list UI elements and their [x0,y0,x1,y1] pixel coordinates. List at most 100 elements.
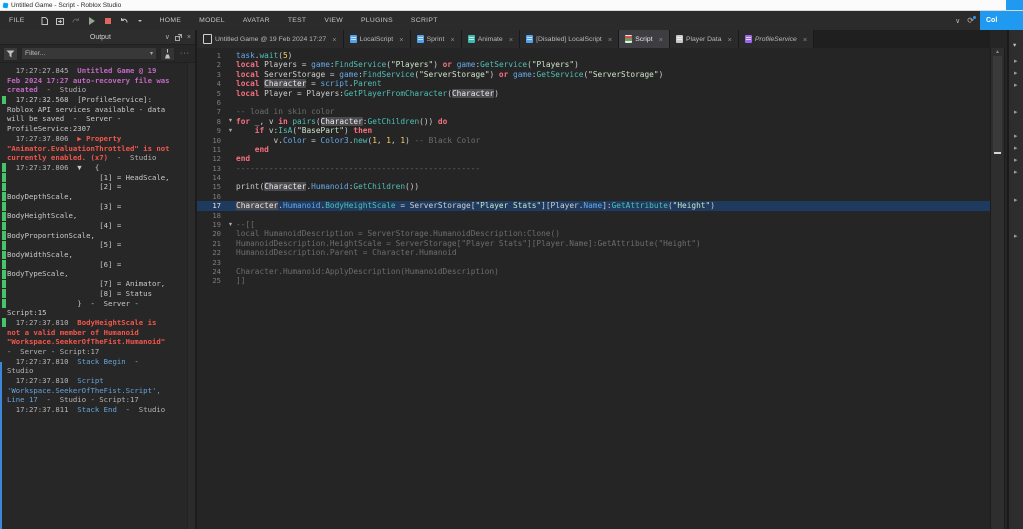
tree-expand-arrow-icon[interactable]: ▸ [1014,82,1018,89]
clear-output-button[interactable] [160,46,175,61]
menu-home[interactable]: HOME [151,17,191,24]
tree-expand-arrow-icon[interactable]: ▸ [1014,197,1018,204]
tab-localscript[interactable]: LocalScript × [343,30,411,48]
code-line[interactable]: 18 [197,211,990,220]
editor-scrollbar[interactable]: ▲ [990,48,1005,529]
collaborate-button[interactable]: Col [980,11,1023,30]
code-line[interactable]: 21 HumanoidDescription.HeightScale = Serv… [197,239,990,248]
code-line[interactable]: 16 [197,192,990,201]
code-line[interactable]: 3 local ServerStorage = game:FindService(… [197,70,990,79]
undo-icon[interactable] [120,16,129,26]
line-number: 17 [212,201,221,211]
code-line[interactable]: 23 [197,258,990,267]
tab-close-icon[interactable]: × [728,35,732,44]
fold-arrow-icon[interactable]: ▼ [225,118,236,124]
tab-close-icon[interactable]: × [450,35,454,44]
editor-area: Untitled Game @ 19 Feb 2024 17:27 × LocalS… [197,30,990,529]
tab-close-icon[interactable]: × [803,35,807,44]
menu-avatar[interactable]: AVATAR [234,17,279,24]
code-line[interactable]: 13 --------------------------------------… [197,164,990,173]
code-editor[interactable]: 1 task.wait(5) 2 local Players = game:FindS… [197,48,990,529]
output-line: will be saved - Server - [0,114,188,124]
scrollbar-up-arrow-icon[interactable]: ▲ [991,49,1004,55]
output-toolbar: Filter... ▾ ··· [0,45,195,63]
tab-close-icon[interactable]: × [509,35,513,44]
tab-profileservice[interactable]: ProfileService × [738,30,815,48]
code-line[interactable]: 5 local Player = Players:GetPlayerFromCha… [197,88,990,98]
code-line[interactable]: 6 [197,98,990,107]
code-text: end [236,154,250,163]
dropdown-caret-icon[interactable] [136,16,145,26]
tab-player-data[interactable]: Player Data × [669,30,739,48]
code-line[interactable]: 25]] [197,276,990,285]
titlebar-blue-control[interactable] [1006,0,1023,10]
code-token: for [236,116,251,126]
stop-icon[interactable] [104,16,113,26]
fold-arrow-icon[interactable]: ▼ [225,128,236,134]
tree-expand-arrow-icon[interactable]: ▸ [1014,109,1018,116]
insert-icon[interactable] [56,16,65,26]
tree-expand-arrow-icon[interactable]: ▸ [1014,133,1018,140]
tab-untitled-game-19-feb-2024-17-27[interactable]: Untitled Game @ 19 Feb 2024 17:27 × [197,30,344,48]
tree-expand-arrow-icon[interactable]: ▸ [1014,70,1018,77]
menu-plugins[interactable]: PLUGINS [352,17,402,24]
code-line[interactable]: 1 task.wait(5) [197,51,990,60]
menu-test[interactable]: TEST [279,17,316,24]
tree-expand-arrow-icon[interactable]: ▸ [1014,169,1018,176]
tab--disabled-localscript[interactable]: [Disabled] LocalScript × [520,30,620,48]
sync-icon[interactable]: ⟳ [967,16,976,25]
tab-sprint[interactable]: Sprint × [410,30,462,48]
code-line[interactable]: 20 local HumanoidDescription = ServerStor… [197,229,990,238]
tab-close-icon[interactable]: × [608,35,612,44]
code-line[interactable]: 19 ▼ --[[ [197,220,990,229]
code-token: FindService [362,69,415,79]
code-line[interactable]: 24 Character.Humanoid:ApplyDescription(Hu… [197,267,990,276]
tab-script[interactable]: Script × [619,30,670,48]
output-log[interactable]: 17:27:27.845 Untitled Game @ 19 Feb 2024 … [0,63,188,529]
tree-expand-arrow-icon[interactable]: ▸ [1014,58,1018,65]
explorer-filter-icon[interactable]: ▾ [1013,41,1016,49]
code-line[interactable]: 22 HumanoidDescription.Parent = Character… [197,248,990,257]
tree-expand-arrow-icon[interactable]: ▸ [1014,145,1018,152]
output-more-options-button[interactable]: ··· [178,50,192,57]
play-icon[interactable] [88,16,97,26]
editor-scrollbar-thumb[interactable] [993,56,1002,153]
code-token: Character.Humanoid:ApplyDescription(Huma… [236,266,499,276]
filter-funnel-button[interactable] [3,46,18,61]
code-token: Character [264,79,307,89]
code-line[interactable]: 7 -- load in skin color [197,107,990,116]
menu-file[interactable]: FILE [0,17,34,24]
new-file-icon[interactable] [40,16,49,26]
filter-dropdown-arrow-icon[interactable]: ▾ [150,50,153,57]
ribbon-collapse-chevron-icon[interactable]: ∨ [955,17,960,25]
output-collapse-chevron-icon[interactable]: ∨ [165,33,170,41]
tree-expand-arrow-icon[interactable]: ▸ [1014,157,1018,164]
code-line[interactable]: 4 local Character = script.Parent [197,79,990,89]
code-line[interactable]: 12 end [197,154,990,163]
code-token: = ServerStorage[ [395,201,476,211]
tab-close-icon[interactable]: × [659,35,663,44]
code-line[interactable]: 9 ▼ if v:IsA("BasePart") then [197,126,990,135]
code-line[interactable]: 15 print(Character.Humanoid:GetChildren()… [197,182,990,192]
code-line[interactable]: 11 end [197,145,990,154]
tab-animate[interactable]: Animate × [461,30,521,48]
output-scrollbar[interactable] [187,63,195,529]
code-line[interactable]: 10 v.Color = Color3.new(1, 1, 1) -- Blac… [197,136,990,145]
menu-script[interactable]: SCRIPT [402,17,447,24]
output-close-icon[interactable]: × [187,34,191,41]
code-line[interactable]: 14 [197,173,990,182]
popout-icon[interactable] [174,33,182,41]
code-line[interactable]: 17 Character.Humanoid.BodyHeightScale = S… [197,201,990,211]
line-number: 14 [212,173,221,183]
code-token: "Players" [531,60,575,70]
code-line[interactable]: 2 local Players = game:FindService("Playe… [197,60,990,69]
code-text: HumanoidDescription.HeightScale = Server… [236,239,701,248]
menu-model[interactable]: MODEL [190,17,234,24]
code-line[interactable]: 8 ▼ for _, v in pairs(Character:GetChildre… [197,116,990,126]
tab-close-icon[interactable]: × [399,35,403,44]
tab-close-icon[interactable]: × [332,35,336,44]
tree-expand-arrow-icon[interactable]: ▸ [1014,233,1018,240]
fold-arrow-icon[interactable]: ▼ [225,222,236,228]
menu-view[interactable]: VIEW [315,17,352,24]
output-filter-input[interactable]: Filter... ▾ [21,47,157,60]
